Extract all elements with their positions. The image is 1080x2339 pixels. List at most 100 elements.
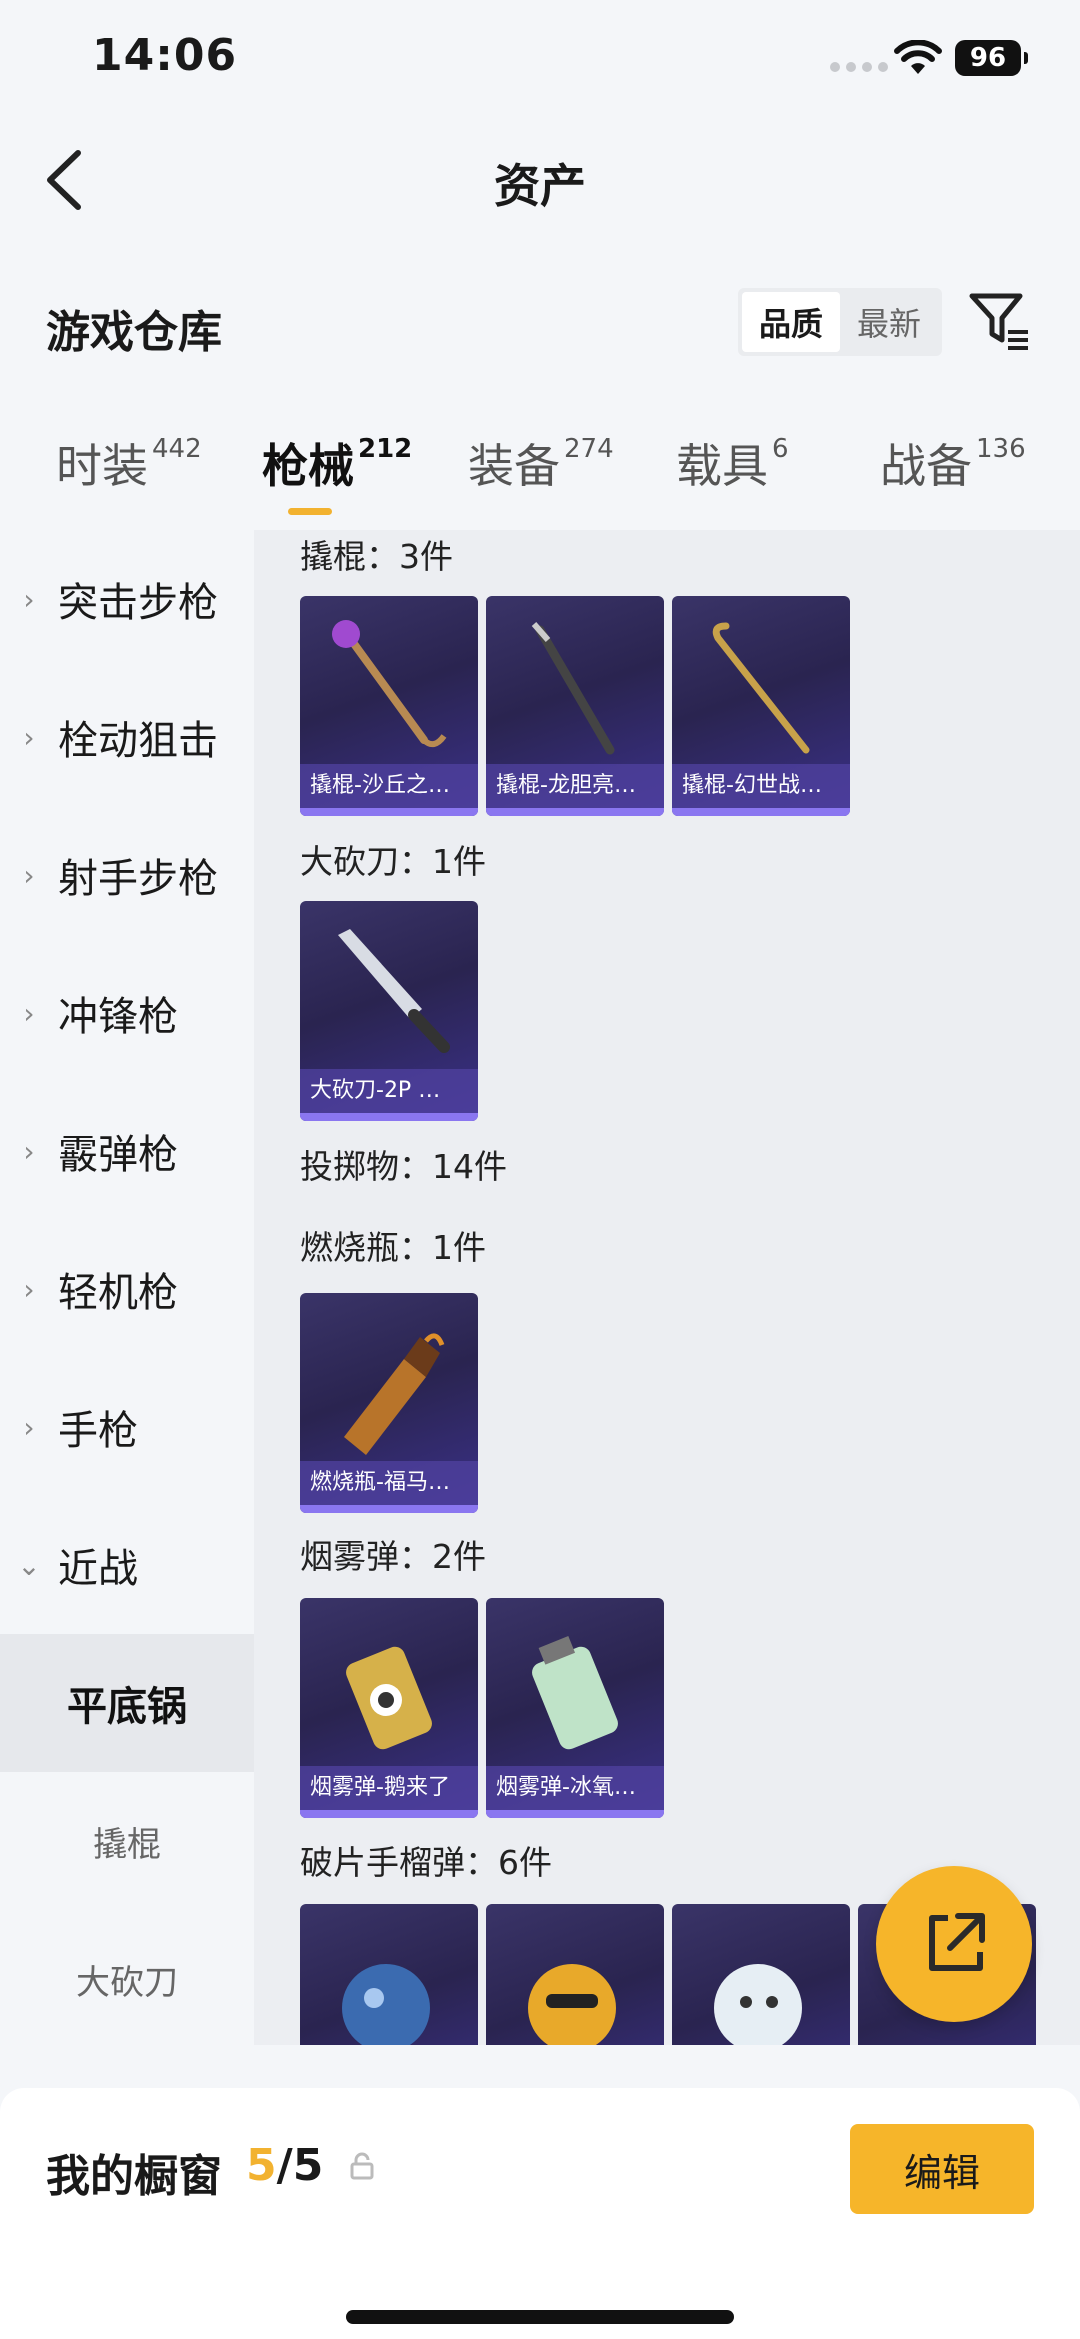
chevron-right-icon: › [23, 720, 35, 754]
tab-label: 装备 [468, 439, 560, 493]
page-title: 资产 [494, 159, 586, 213]
share-button[interactable] [876, 1866, 1032, 2022]
tab-fashion[interactable]: 时装 442 [56, 430, 202, 496]
sidebar-item-marksman[interactable]: › 射手步枪 [0, 806, 254, 944]
sidebar-item-label: 突击步枪 [58, 580, 218, 626]
sort-toggle: 品质 最新 [738, 288, 942, 356]
group-label-throwables: 投掷物：14件 [300, 1147, 507, 1186]
item-caption: 撬棍-幻世战… [672, 764, 850, 808]
item-card[interactable]: 燃烧瓶-福马… [300, 1293, 478, 1513]
sidebar-sub-crowbar[interactable]: 撬棍 [0, 1772, 254, 1910]
sidebar-item-label: 霰弹枪 [58, 1132, 178, 1178]
sidebar-item-label: 近战 [58, 1546, 138, 1592]
tab-supplies[interactable]: 战备 136 [880, 430, 1026, 496]
showcase-title: 我的橱窗 [46, 2151, 222, 2202]
item-caption: 烟雾弹-鹅来了 [300, 1766, 478, 1810]
frag-grenade-icon [714, 1964, 802, 2045]
item-caption: 燃烧瓶-福马… [300, 1461, 478, 1505]
status-bar: 14:06 96 [0, 0, 1080, 120]
item-caption: 烟雾弹-冰氧… [486, 1766, 664, 1810]
sidebar-item-assault-rifle[interactable]: › 突击步枪 [0, 530, 254, 668]
item-card[interactable]: 烟雾弹-冰氧… [486, 1598, 664, 1818]
chevron-right-icon: › [23, 1272, 35, 1306]
sidebar-item-label: 轻机枪 [58, 1270, 178, 1316]
sidebar-item-label: 手枪 [58, 1408, 138, 1454]
status-time: 14:06 [92, 30, 238, 81]
sort-newest-option[interactable]: 最新 [840, 292, 938, 352]
sidebar-item-smg[interactable]: › 冲锋枪 [0, 944, 254, 1082]
item-card[interactable] [672, 1904, 850, 2045]
wifi-icon [894, 40, 942, 74]
sidebar-item-lmg[interactable]: › 轻机枪 [0, 1220, 254, 1358]
group-label-frag: 破片手榴弹：6件 [300, 1843, 552, 1882]
tab-label: 时装 [56, 439, 148, 493]
sidebar-sub-machete[interactable]: 大砍刀 [0, 1910, 254, 2045]
filter-icon[interactable] [968, 290, 1032, 352]
item-caption: 撬棍-龙胆亮… [486, 764, 664, 808]
sidebar-item-shotgun[interactable]: › 霰弹枪 [0, 1082, 254, 1220]
sidebar-item-label: 射手步枪 [58, 856, 218, 902]
battery-icon: 96 [955, 40, 1028, 76]
chevron-right-icon: › [23, 1410, 35, 1444]
item-card[interactable]: 撬棍-沙丘之… [300, 596, 478, 816]
molotov-icon [344, 1333, 445, 1455]
tab-count: 442 [152, 434, 202, 464]
item-card[interactable]: 烟雾弹-鹅来了 [300, 1598, 478, 1818]
item-card[interactable] [486, 1904, 664, 2045]
tab-vehicles[interactable]: 载具 6 [676, 430, 789, 496]
showcase-current: 5 [246, 2140, 277, 2191]
crowbar-icon [712, 622, 810, 754]
tab-count: 6 [772, 434, 789, 464]
category-tabs: 时装 442 枪械 212 装备 274 载具 6 战备 136 [0, 430, 1080, 530]
item-card[interactable]: 撬棍-幻世战… [672, 596, 850, 816]
smoke-grenade-icon [532, 1636, 618, 1750]
crowbar-icon [531, 622, 615, 755]
edit-button[interactable]: 编辑 [850, 2124, 1034, 2214]
frag-grenade-icon [342, 1964, 430, 2045]
item-card[interactable]: 撬棍-龙胆亮… [486, 596, 664, 816]
sidebar-item-label: 栓动狙击 [58, 718, 218, 764]
sidebar-item-pistol[interactable]: › 手枪 [0, 1358, 254, 1496]
crowbar-icon [332, 620, 447, 748]
tab-label: 枪械 [262, 439, 354, 493]
item-caption: 大砍刀-2P … [300, 1069, 478, 1113]
machete-icon [338, 929, 450, 1053]
group-label-machete: 大砍刀：1件 [300, 842, 486, 881]
tab-count: 136 [976, 434, 1026, 464]
chevron-right-icon: › [23, 582, 35, 616]
active-tab-indicator [288, 508, 332, 515]
group-label-molotov: 燃烧瓶：1件 [300, 1228, 486, 1267]
sidebar: › 突击步枪 › 栓动狙击 › 射手步枪 › 冲锋枪 › 霰弹枪 › 轻机枪 › 手枪 ⌄ 近战… [0, 530, 254, 2045]
chevron-right-icon: › [23, 996, 35, 1030]
tab-equipment[interactable]: 装备 274 [468, 430, 614, 496]
warehouse-title: 游戏仓库 [46, 307, 222, 358]
chevron-down-icon: ⌄ [17, 1548, 41, 1582]
showcase-count: 5/5 [246, 2140, 323, 2191]
tab-label: 战备 [880, 439, 972, 493]
sidebar-item-melee[interactable]: ⌄ 近战 [0, 1496, 254, 1634]
sidebar-sub-pan[interactable]: 平底锅 [0, 1634, 254, 1772]
home-indicator [346, 2310, 734, 2324]
item-card[interactable]: 大砍刀-2P … [300, 901, 478, 1121]
showcase-total: /5 [276, 2140, 324, 2191]
sort-quality-option[interactable]: 品质 [742, 292, 840, 352]
item-card[interactable] [300, 1904, 478, 2045]
frag-grenade-icon [528, 1964, 616, 2045]
tab-guns[interactable]: 枪械 212 [262, 430, 412, 496]
item-grid: 撬棍：3件 撬棍-沙丘之… 撬棍-龙胆亮… 撬棍-幻世战… 大砍刀：1件 大砍刀… [254, 530, 1080, 2045]
chevron-right-icon: › [23, 1134, 35, 1168]
tab-count: 212 [358, 434, 413, 464]
lock-icon [350, 2152, 374, 2180]
group-label-crowbar: 撬棍：3件 [300, 537, 453, 576]
sidebar-item-label: 冲锋枪 [58, 994, 178, 1040]
smoke-grenade-icon [346, 1646, 432, 1750]
showcase-bar: 我的橱窗 5/5 编辑 [0, 2088, 1080, 2339]
group-label-smoke: 烟雾弹：2件 [300, 1537, 486, 1576]
sidebar-item-bolt-sniper[interactable]: › 栓动狙击 [0, 668, 254, 806]
signal-icon [830, 62, 888, 72]
tab-label: 载具 [676, 439, 768, 493]
chevron-right-icon: › [23, 858, 35, 892]
tab-count: 274 [564, 434, 614, 464]
external-link-icon [929, 1913, 985, 1971]
item-caption: 撬棍-沙丘之… [300, 764, 478, 808]
